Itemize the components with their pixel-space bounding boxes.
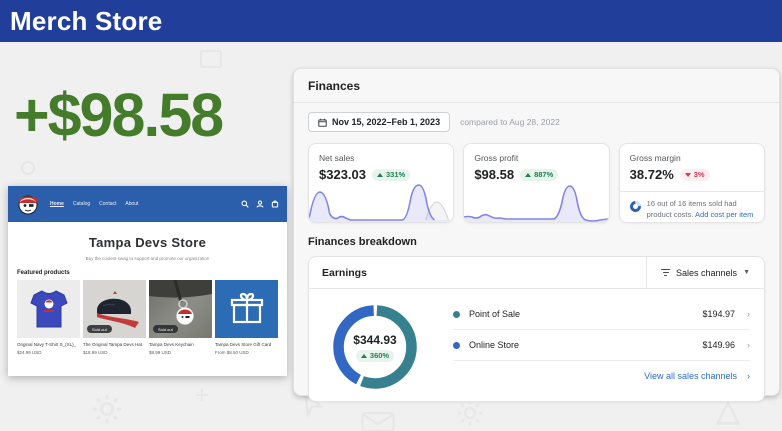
trend-up-icon xyxy=(525,173,531,177)
chevron-right-icon: › xyxy=(747,309,750,319)
product-name: Tampa Devs Keychain xyxy=(149,342,212,347)
date-range-button[interactable]: Nov 15, 2022–Feb 1, 2023 xyxy=(308,112,450,132)
metric-label: Net sales xyxy=(319,153,443,163)
channel-name: Point of Sale xyxy=(469,309,702,319)
calendar-icon xyxy=(318,118,327,127)
trend-up-icon xyxy=(361,354,367,358)
store-nav-contact[interactable]: Contact xyxy=(99,201,116,207)
store-nav-links: Home Catalog Contact About xyxy=(50,201,241,207)
earnings-total: $344.93 xyxy=(353,333,396,347)
triangle-doodle-icon xyxy=(715,400,741,431)
account-icon[interactable] xyxy=(256,200,264,208)
product-card-giftcard[interactable]: Tampa Devs Store Gift Card From $8.50 US… xyxy=(215,280,278,355)
finances-breakdown-heading: Finances breakdown xyxy=(294,223,779,256)
trend-badge: 3% xyxy=(680,169,710,181)
tshirt-graphic xyxy=(29,287,69,331)
cart-icon[interactable] xyxy=(271,200,279,208)
filter-label: Sales channels xyxy=(676,268,737,278)
product-grid: Original Navy T-Shirt S_(XL)_ $24.99 USD… xyxy=(8,280,287,355)
product-card-keychain[interactable]: Sold out Tampa Devs Keychain $8.99 USD xyxy=(149,280,212,355)
channel-row-point-of-sale[interactable]: Point of Sale $194.97 › xyxy=(453,299,750,330)
filter-icon xyxy=(661,269,670,276)
store-logo[interactable] xyxy=(16,192,40,216)
progress-ring-icon xyxy=(627,199,642,214)
slide-canvas: { "header": { "title": "Merch Store" }, … xyxy=(0,0,782,431)
profit-highlight: +$98.58 xyxy=(14,80,222,150)
earnings-donut-chart: $344.93 360% xyxy=(319,297,437,397)
finances-heading: Finances xyxy=(294,69,779,103)
chevron-right-icon: › xyxy=(747,340,750,350)
trend-up-icon xyxy=(377,173,383,177)
chevron-right-icon: › xyxy=(747,371,750,381)
hat-graphic xyxy=(89,288,141,330)
trend-down-icon xyxy=(685,173,691,177)
product-image-giftcard xyxy=(215,280,278,338)
net-sales-sparkline xyxy=(309,178,453,222)
product-image-tshirt xyxy=(17,280,80,338)
product-price: $24.99 USD xyxy=(17,350,80,355)
finances-panel: Finances Nov 15, 2022–Feb 1, 2023 compar… xyxy=(293,68,780,396)
compared-to-text: compared to Aug 28, 2022 xyxy=(460,117,560,127)
sales-channels-filter-button[interactable]: Sales channels ▼ xyxy=(646,257,764,288)
earnings-card: Earnings Sales channels ▼ $344.93 360% xyxy=(308,256,765,402)
product-name: The Original Tampa Devs Hat xyxy=(83,342,146,347)
title-banner: Merch Store xyxy=(0,0,782,42)
page-title: Merch Store xyxy=(0,0,782,42)
channel-name: Online Store xyxy=(469,340,702,350)
circle-doodle-icon xyxy=(20,160,36,181)
metric-value: 38.72% xyxy=(630,167,674,182)
product-name: Tampa Devs Store Gift Card xyxy=(215,342,278,347)
product-image-keychain: Sold out xyxy=(149,280,212,338)
metric-label: Gross margin xyxy=(630,153,754,163)
channel-dot-teal xyxy=(453,311,460,318)
earnings-heading: Earnings xyxy=(309,257,646,288)
store-title: Tampa Devs Store xyxy=(8,235,287,250)
gear-doodle-icon xyxy=(455,398,485,431)
store-subtitle: Buy the coolest swag to support and prom… xyxy=(8,256,287,261)
store-navbar: Home Catalog Contact About xyxy=(8,186,287,222)
gross-profit-sparkline xyxy=(464,178,608,222)
channel-row-online-store[interactable]: Online Store $149.96 › xyxy=(453,330,750,361)
gear-doodle-icon xyxy=(90,392,124,431)
gift-icon xyxy=(230,292,264,326)
earnings-trend-badge: 360% xyxy=(356,350,394,362)
channel-dot-blue xyxy=(453,342,460,349)
store-nav-about[interactable]: About xyxy=(125,201,138,207)
date-range-label: Nov 15, 2022–Feb 1, 2023 xyxy=(332,117,440,127)
soldout-badge: Sold out xyxy=(87,325,112,333)
square-doodle-icon xyxy=(200,50,222,73)
metric-card-gross-profit[interactable]: Gross profit $98.58 887% xyxy=(463,143,609,223)
add-cost-link[interactable]: Add cost per item xyxy=(695,210,753,219)
product-card-hat[interactable]: Sold out The Original Tampa Devs Hat $18… xyxy=(83,280,146,355)
channel-amount: $149.96 xyxy=(702,340,735,350)
product-price: $8.99 USD xyxy=(149,350,212,355)
metric-label: Gross profit xyxy=(474,153,598,163)
product-price: $18.99 USD xyxy=(83,350,146,355)
chevron-down-icon: ▼ xyxy=(743,269,750,276)
product-card-tshirt[interactable]: Original Navy T-Shirt S_(XL)_ $24.99 USD xyxy=(17,280,80,355)
store-screenshot: Home Catalog Contact About Tampa Devs St… xyxy=(8,186,287,376)
plus-doodle-icon xyxy=(195,388,209,407)
product-price: From $8.50 USD xyxy=(215,350,278,355)
channel-amount: $194.97 xyxy=(702,309,735,319)
soldout-badge: Sold out xyxy=(153,325,178,333)
view-all-sales-channels-link[interactable]: View all sales channels xyxy=(644,371,737,381)
featured-products-heading: Featured products xyxy=(17,270,278,276)
metric-card-net-sales[interactable]: Net sales $323.03 331% xyxy=(308,143,454,223)
product-name: Original Navy T-Shirt S_(XL)_ xyxy=(17,342,80,347)
metric-card-gross-margin[interactable]: Gross margin 38.72% 3% 16 out of 16 item… xyxy=(619,143,765,223)
envelope-doodle-icon xyxy=(360,412,396,431)
search-icon[interactable] xyxy=(241,200,249,208)
product-image-hat: Sold out xyxy=(83,280,146,338)
store-nav-home[interactable]: Home xyxy=(50,201,64,207)
store-nav-catalog[interactable]: Catalog xyxy=(73,201,90,207)
